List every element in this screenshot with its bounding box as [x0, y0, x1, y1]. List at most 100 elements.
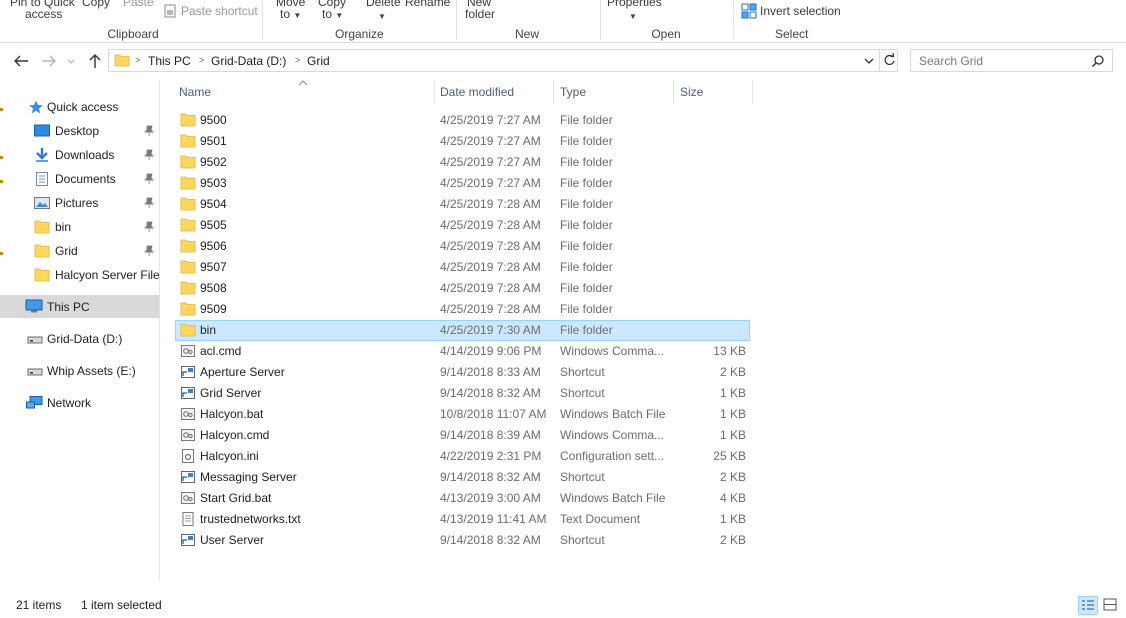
file-name: 9507 [200, 260, 227, 274]
file-row[interactable]: 9505 4/25/2019 7:28 AM File folder [175, 215, 750, 236]
sidebar-item-documents[interactable]: Documents [0, 168, 159, 190]
sidebar-item-label: Downloads [55, 148, 115, 162]
column-divider[interactable] [434, 80, 435, 104]
file-row[interactable]: Halcyon.ini 4/22/2019 2:31 PM Configuratio… [175, 446, 750, 467]
search-box[interactable] [910, 49, 1113, 72]
rename-button[interactable]: Rename [405, 0, 450, 9]
sidebar-item-this-pc[interactable]: This PC [0, 295, 159, 318]
invert-selection-button[interactable]: Invert selection [760, 5, 841, 18]
column-header-type[interactable]: Type [560, 85, 586, 105]
file-row[interactable]: trustednetworks.txt 4/13/2019 11:41 AM Tex… [175, 509, 750, 530]
column-header-date-modified[interactable]: Date modified [440, 85, 514, 105]
file-date-modified: 4/25/2019 7:27 AM [440, 176, 541, 190]
delete-dropdown-icon[interactable]: ▼ [378, 10, 386, 23]
sidebar-item-pictures[interactable]: Pictures [0, 192, 159, 214]
file-row[interactable]: Grid Server 9/14/2018 8:32 AM Shortcut 1 KB [175, 383, 750, 404]
file-size: 1 KB [719, 407, 746, 421]
file-row[interactable]: User Server 9/14/2018 8:32 AM Shortcut 2 KB [175, 530, 750, 551]
file-row[interactable]: 9501 4/25/2019 7:27 AM File folder [175, 131, 750, 152]
refresh-icon[interactable] [879, 50, 898, 71]
forward-arrow-icon[interactable] [40, 53, 58, 69]
file-row[interactable]: Halcyon.bat 10/8/2018 11:07 AM Windows Bat… [175, 404, 750, 425]
sidebar-item-grid[interactable]: Grid [0, 240, 159, 262]
file-row[interactable]: acl.cmd 4/14/2019 9:06 PM Windows Comma...… [175, 341, 750, 362]
breadcrumb-chevron-icon[interactable]: > [295, 55, 300, 65]
sidebar-item-quick-access[interactable]: Quick access [0, 96, 159, 118]
file-date-modified: 4/25/2019 7:28 AM [440, 302, 541, 316]
file-row[interactable]: 9506 4/25/2019 7:28 AM File folder [175, 236, 750, 257]
column-divider[interactable] [752, 80, 753, 104]
file-date-modified: 4/25/2019 7:28 AM [440, 239, 541, 253]
file-row[interactable]: 9509 4/25/2019 7:28 AM File folder [175, 299, 750, 320]
text-file-icon [180, 512, 196, 526]
file-date-modified: 9/14/2018 8:33 AM [440, 365, 541, 379]
sidebar-item-whip-assets-drive[interactable]: Whip Assets (E:) [0, 360, 159, 382]
up-arrow-icon[interactable] [86, 53, 104, 69]
delete-button[interactable]: Delete [366, 0, 401, 9]
sidebar-item-grid-data-drive[interactable]: Grid-Data (D:) [0, 328, 159, 350]
column-divider[interactable] [553, 80, 554, 104]
paste-button[interactable]: Paste [123, 0, 154, 9]
file-row[interactable]: Start Grid.bat 4/13/2019 3:00 AM Windows B… [175, 488, 750, 509]
file-type: Text Document [560, 512, 641, 526]
column-header-size[interactable]: Size [680, 85, 703, 105]
recent-locations-chevron-icon[interactable] [66, 53, 76, 69]
file-name: User Server [200, 533, 265, 547]
file-row[interactable]: 9503 4/25/2019 7:27 AM File folder [175, 173, 750, 194]
file-size: 2 KB [719, 533, 746, 547]
paste-shortcut-button[interactable]: Paste shortcut [181, 5, 258, 18]
address-bar[interactable]: > This PC > Grid-Data (D:) > Grid [108, 49, 898, 72]
properties-dropdown-icon[interactable]: ▼ [629, 10, 637, 23]
file-row[interactable]: 9502 4/25/2019 7:27 AM File folder [175, 152, 750, 173]
properties-button[interactable]: Properties [607, 0, 662, 9]
item-count: 21 items [16, 598, 62, 612]
back-arrow-icon[interactable] [12, 53, 30, 69]
file-row[interactable]: Messaging Server 9/14/2018 8:32 AM Shortcu… [175, 467, 750, 488]
file-row[interactable]: Aperture Server 9/14/2018 8:33 AM Shortcut… [175, 362, 750, 383]
file-row[interactable]: Halcyon.cmd 9/14/2018 8:39 AM Windows Comm… [175, 425, 750, 446]
file-name: Halcyon.bat [200, 407, 264, 421]
large-icons-view-icon[interactable] [1101, 596, 1121, 615]
details-view-icon[interactable] [1078, 596, 1098, 615]
breadcrumb-chevron-icon[interactable]: > [135, 55, 140, 65]
file-size: 1 KB [719, 428, 746, 442]
move-to-label-2[interactable]: to ▼ [280, 8, 301, 22]
pane-divider[interactable] [159, 80, 160, 580]
file-name: Aperture Server [200, 365, 285, 379]
file-row[interactable]: 9507 4/25/2019 7:28 AM File folder [175, 257, 750, 278]
sidebar-item-label: This PC [47, 300, 90, 314]
sidebar-item-desktop[interactable]: Desktop [0, 120, 159, 142]
pin-icon [144, 221, 154, 233]
pin-to-quick-access-label-2[interactable]: access [25, 8, 62, 21]
breadcrumb-grid[interactable]: Grid [307, 54, 330, 68]
search-icon[interactable] [1091, 54, 1105, 68]
file-type: File folder [560, 176, 613, 190]
folder-icon [180, 113, 196, 127]
script-file-icon [180, 491, 196, 505]
new-folder-label-2[interactable]: folder [465, 8, 495, 21]
file-type: Shortcut [560, 470, 605, 484]
sidebar-item-network[interactable]: Network [0, 392, 159, 414]
computer-icon [25, 299, 43, 313]
pin-icon [144, 245, 154, 257]
file-row[interactable]: bin 4/25/2019 7:30 AM File folder [175, 320, 750, 341]
file-name: 9506 [200, 239, 227, 253]
copy-button[interactable]: Copy [82, 0, 110, 9]
file-row[interactable]: 9504 4/25/2019 7:28 AM File folder [175, 194, 750, 215]
column-divider[interactable] [673, 80, 674, 104]
file-type: File folder [560, 323, 613, 337]
breadcrumb-this-pc[interactable]: This PC [148, 54, 191, 68]
sidebar-item-halcyon-server-files[interactable]: Halcyon Server Files [0, 264, 159, 286]
file-name: 9500 [200, 113, 227, 127]
select-group-label: Select [775, 27, 809, 41]
sidebar-item-bin[interactable]: bin [0, 216, 159, 238]
column-header-name[interactable]: Name [179, 85, 211, 105]
copy-to-label-2[interactable]: to ▼ [322, 8, 343, 22]
breadcrumb-chevron-icon[interactable]: > [199, 55, 204, 65]
sidebar-item-downloads[interactable]: Downloads [0, 144, 159, 166]
file-row[interactable]: 9508 4/25/2019 7:28 AM File folder [175, 278, 750, 299]
search-input[interactable] [919, 53, 1089, 69]
breadcrumb-grid-data[interactable]: Grid-Data (D:) [211, 54, 286, 68]
address-dropdown-chevron-icon[interactable] [863, 55, 875, 67]
file-row[interactable]: 9500 4/25/2019 7:27 AM File folder [175, 110, 750, 131]
